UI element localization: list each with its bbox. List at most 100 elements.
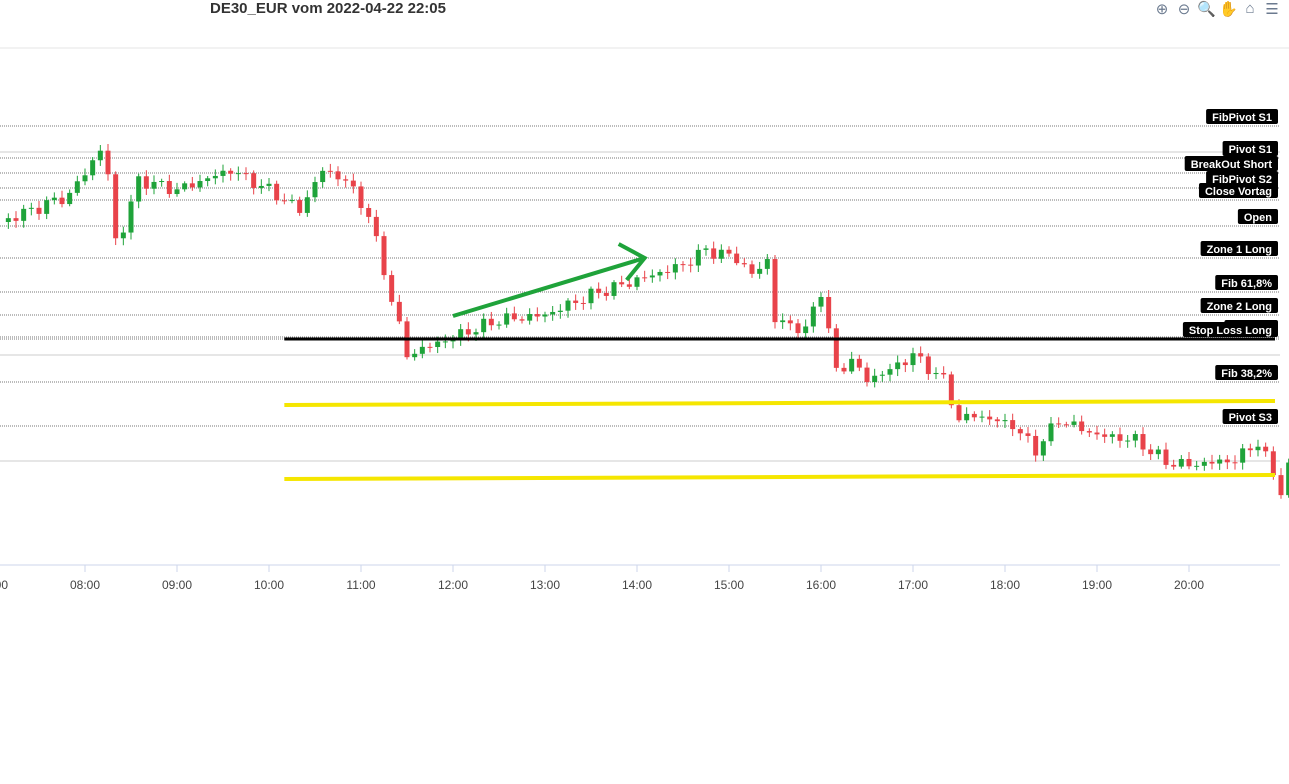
candle-body <box>642 277 648 279</box>
candle-body <box>419 346 425 354</box>
candle-body <box>1063 424 1069 426</box>
candle-body <box>795 323 801 334</box>
price-label-text: Open <box>1244 212 1272 224</box>
candle <box>557 304 563 319</box>
candle-body <box>97 150 103 161</box>
candle-body <box>1263 446 1269 452</box>
candle <box>1063 421 1069 428</box>
candle <box>941 366 947 379</box>
candle-body <box>90 160 96 176</box>
candle <box>228 168 234 181</box>
candle-body <box>596 288 602 293</box>
candle-body <box>895 362 901 370</box>
candle-body <box>1278 475 1284 496</box>
price-label-text: Zone 2 Long <box>1207 301 1272 313</box>
candle-body <box>113 174 119 239</box>
candle <box>1079 415 1085 435</box>
candle-body <box>1033 435 1039 456</box>
candle-body <box>1155 449 1161 455</box>
candle-body <box>174 189 180 195</box>
candle-body <box>826 296 832 329</box>
candle <box>335 166 341 187</box>
candle <box>496 321 502 330</box>
candle-body <box>757 268 763 274</box>
candle <box>734 246 740 266</box>
candle <box>1186 452 1192 470</box>
candle <box>542 311 548 323</box>
candle <box>787 315 793 331</box>
candle-body <box>258 185 264 188</box>
candle-body <box>120 232 126 239</box>
candle <box>442 334 448 349</box>
candle-body <box>427 346 433 348</box>
candle-body <box>274 183 280 201</box>
candle-body <box>1163 449 1169 465</box>
candle-body <box>573 300 579 303</box>
candle <box>389 270 395 306</box>
candle <box>82 168 88 186</box>
x-tick-label: 11:00 <box>346 578 375 592</box>
candle-body <box>1071 421 1077 425</box>
candle-body <box>764 259 770 269</box>
candle-body <box>105 150 111 175</box>
price-label-text: Pivot S3 <box>1229 412 1272 424</box>
candle <box>726 246 732 257</box>
candle-body <box>550 311 556 315</box>
candle-body <box>519 319 525 321</box>
candle-body <box>343 179 349 181</box>
candle <box>289 194 295 204</box>
candle-body <box>1201 461 1207 466</box>
candle-body <box>1025 433 1031 436</box>
candle <box>381 231 387 280</box>
candle <box>1201 457 1207 471</box>
candle-body <box>13 218 19 221</box>
candle-body <box>703 248 709 250</box>
candle-body <box>136 176 142 202</box>
candle <box>143 170 149 195</box>
candle-body <box>1048 423 1054 442</box>
candle <box>136 173 142 209</box>
candle-body <box>542 314 548 317</box>
candle <box>511 306 517 322</box>
candle-body <box>5 218 11 222</box>
candle <box>642 270 648 282</box>
candle-body <box>496 324 502 326</box>
support-line <box>284 473 1276 481</box>
candle-body <box>1132 434 1138 441</box>
x-tick-label: 07:00 <box>0 578 8 592</box>
candle-body <box>527 314 533 321</box>
candle-body <box>619 282 625 285</box>
candlestick-chart[interactable]: FibPivot S1Pivot S1BreakOut ShortFibPivo… <box>0 0 1289 784</box>
candle-body <box>734 253 740 264</box>
candle <box>1209 454 1215 470</box>
candle-body <box>1040 441 1046 456</box>
candle-body <box>389 275 395 302</box>
candle-body <box>289 200 295 202</box>
price-label-text: Zone 1 Long <box>1207 244 1272 256</box>
candle-body <box>971 413 977 418</box>
candle-body <box>1056 423 1062 425</box>
candle-body <box>151 181 157 189</box>
price-label-text: BreakOut Short <box>1191 159 1273 171</box>
x-tick-label: 15:00 <box>714 578 744 592</box>
candle-body <box>672 264 678 273</box>
candle-body <box>366 207 372 217</box>
price-label-text: Stop Loss Long <box>1189 325 1272 337</box>
candle-body <box>1125 440 1131 442</box>
candle-body <box>695 249 701 266</box>
candle-body <box>51 197 57 201</box>
candle <box>28 202 34 216</box>
candle <box>1132 430 1138 448</box>
candle-body <box>1224 459 1230 463</box>
candle <box>1010 413 1016 437</box>
candle <box>611 280 617 300</box>
candle <box>1155 445 1161 460</box>
price-label-text: Pivot S1 <box>1229 144 1272 156</box>
candle <box>1217 454 1223 470</box>
candle <box>258 179 264 194</box>
candle-body <box>488 318 494 326</box>
candle <box>573 294 579 310</box>
candle <box>619 275 625 288</box>
candle-body <box>994 419 1000 422</box>
support-line <box>284 399 1276 407</box>
